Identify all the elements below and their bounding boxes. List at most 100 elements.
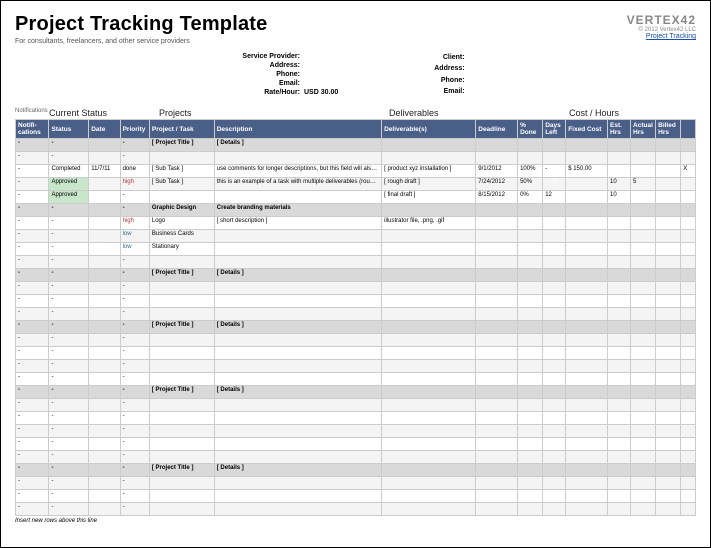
cell[interactable]: -	[16, 230, 49, 243]
cell[interactable]	[656, 503, 681, 516]
cell[interactable]: -	[16, 373, 49, 386]
cell[interactable]: -	[16, 256, 49, 269]
cell[interactable]	[476, 412, 518, 425]
cell[interactable]	[566, 347, 608, 360]
cell[interactable]: -	[49, 204, 89, 217]
cell[interactable]: 50%	[518, 178, 543, 191]
cell[interactable]	[656, 256, 681, 269]
cell[interactable]	[566, 282, 608, 295]
cell[interactable]	[89, 334, 120, 347]
cell[interactable]	[631, 425, 656, 438]
cell[interactable]: high	[120, 217, 149, 230]
cell[interactable]	[214, 295, 381, 308]
cell[interactable]	[149, 282, 214, 295]
cell[interactable]	[382, 230, 476, 243]
cell[interactable]	[566, 438, 608, 451]
cell[interactable]	[518, 152, 543, 165]
cell[interactable]: low	[120, 243, 149, 256]
cell[interactable]	[631, 464, 656, 477]
cell[interactable]	[543, 256, 566, 269]
cell[interactable]: $ 150.00	[566, 165, 608, 178]
cell[interactable]	[566, 230, 608, 243]
cell[interactable]	[681, 334, 696, 347]
cell[interactable]	[518, 204, 543, 217]
cell[interactable]	[608, 204, 631, 217]
cell[interactable]: -	[16, 165, 49, 178]
cell[interactable]	[518, 373, 543, 386]
cell[interactable]: -	[120, 321, 149, 334]
cell[interactable]: -	[16, 269, 49, 282]
cell[interactable]	[518, 334, 543, 347]
cell[interactable]	[543, 282, 566, 295]
cell[interactable]	[608, 451, 631, 464]
cell[interactable]	[476, 334, 518, 347]
cell[interactable]: use comments for longer descriptions, bu…	[214, 165, 381, 178]
cell[interactable]	[89, 217, 120, 230]
cell[interactable]: -	[16, 152, 49, 165]
cell[interactable]: [ Project Title ]	[149, 386, 214, 399]
cell[interactable]	[214, 373, 381, 386]
cell[interactable]: -	[120, 256, 149, 269]
cell[interactable]	[681, 464, 696, 477]
cell[interactable]	[476, 217, 518, 230]
cell[interactable]	[631, 451, 656, 464]
cell[interactable]	[566, 139, 608, 152]
cell[interactable]	[149, 373, 214, 386]
cell[interactable]	[681, 399, 696, 412]
cell[interactable]: 8/15/2012	[476, 191, 518, 204]
cell[interactable]	[656, 360, 681, 373]
cell[interactable]: -	[120, 477, 149, 490]
cell[interactable]: -	[49, 295, 89, 308]
cell[interactable]	[631, 191, 656, 204]
cell[interactable]: -	[16, 334, 49, 347]
cell[interactable]	[608, 464, 631, 477]
cell[interactable]	[89, 464, 120, 477]
cell[interactable]: -	[49, 503, 89, 516]
cell[interactable]: -	[16, 399, 49, 412]
cell[interactable]	[566, 269, 608, 282]
cell[interactable]	[214, 451, 381, 464]
cell[interactable]	[518, 477, 543, 490]
cell[interactable]	[566, 217, 608, 230]
cell[interactable]: Graphic Design	[149, 204, 214, 217]
cell[interactable]	[89, 321, 120, 334]
cell[interactable]	[631, 360, 656, 373]
cell[interactable]	[149, 399, 214, 412]
cell[interactable]	[214, 425, 381, 438]
cell[interactable]	[476, 204, 518, 217]
cell[interactable]	[382, 334, 476, 347]
cell[interactable]	[476, 243, 518, 256]
cell[interactable]	[149, 308, 214, 321]
cell[interactable]	[566, 412, 608, 425]
cell[interactable]	[89, 373, 120, 386]
cell[interactable]	[518, 256, 543, 269]
cell[interactable]	[214, 230, 381, 243]
cell[interactable]: -	[49, 308, 89, 321]
cell[interactable]	[681, 217, 696, 230]
cell[interactable]	[656, 334, 681, 347]
cell[interactable]: -	[120, 269, 149, 282]
cell[interactable]	[382, 152, 476, 165]
cell[interactable]	[566, 360, 608, 373]
cell[interactable]: -	[49, 477, 89, 490]
cell[interactable]	[518, 230, 543, 243]
cell[interactable]	[608, 503, 631, 516]
cell[interactable]: -	[120, 139, 149, 152]
cell[interactable]	[656, 191, 681, 204]
cell[interactable]	[518, 282, 543, 295]
cell[interactable]: -	[16, 464, 49, 477]
cell[interactable]	[89, 139, 120, 152]
cell[interactable]: -	[49, 412, 89, 425]
cell[interactable]	[631, 269, 656, 282]
cell[interactable]: -	[49, 256, 89, 269]
cell[interactable]: -	[49, 360, 89, 373]
cell[interactable]	[518, 321, 543, 334]
cell[interactable]	[631, 412, 656, 425]
cell[interactable]	[149, 152, 214, 165]
cell[interactable]	[656, 347, 681, 360]
cell[interactable]	[382, 451, 476, 464]
cell[interactable]	[656, 490, 681, 503]
cell[interactable]: -	[16, 360, 49, 373]
cell[interactable]	[476, 308, 518, 321]
cell[interactable]	[382, 295, 476, 308]
